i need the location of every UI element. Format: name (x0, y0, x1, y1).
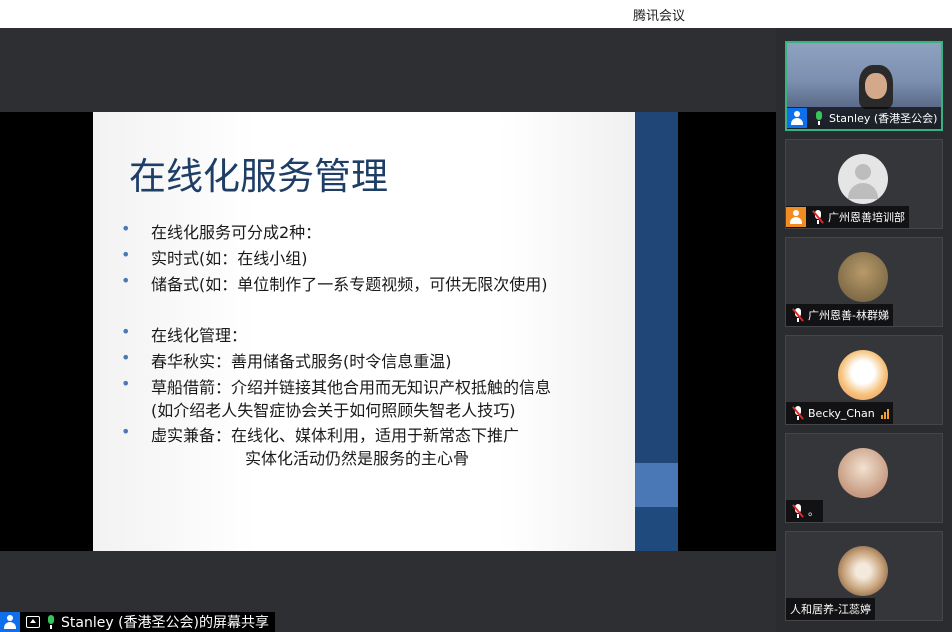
screen-share-status[interactable]: Stanley (香港圣公会)的屏幕共享 (0, 612, 275, 632)
slide-side-band (635, 112, 678, 551)
slide-band-dark (635, 507, 678, 551)
default-avatar-icon (838, 154, 888, 204)
person-icon (787, 108, 807, 128)
participant-name: 人和居养-江蕊婷 (790, 603, 871, 616)
window-title: 腾讯会议 (633, 9, 686, 24)
participant-tile-stanley[interactable]: Stanley (香港圣公会) (785, 41, 943, 131)
slide-bullet-continuation: (如介绍老人失智症协会关于如何照顾失智老人技巧) (151, 401, 516, 420)
avatar (838, 546, 888, 596)
avatar (838, 252, 888, 302)
participant-gallery[interactable]: Stanley (香港圣公会) 广州恩善培训部 广州恩善-林群娣 Becky_C… (776, 28, 952, 632)
participant-name: Stanley (香港圣公会) (829, 112, 938, 125)
participant-name: 广州恩善培训部 (828, 211, 905, 224)
avatar (838, 350, 888, 400)
mic-on-icon (813, 111, 825, 125)
screen-share-icon (26, 616, 40, 628)
person-icon (0, 612, 20, 632)
title-bar: 腾讯会议 (0, 0, 952, 28)
mic-muted-icon (812, 210, 824, 224)
participant-tile-training[interactable]: 广州恩善培训部 (785, 139, 943, 229)
participant-namebar: 广州恩善培训部 (786, 206, 909, 228)
slide-band-light (635, 463, 678, 507)
participant-namebar: 人和居养-江蕊婷 (786, 598, 875, 620)
participant-tile-jiang[interactable]: 人和居养-江蕊婷 (785, 531, 943, 621)
participant-tile-becky[interactable]: Becky_Chan (785, 335, 943, 425)
shared-slide: 在线化服务管理 • 在线化服务可分成2种： • 实时式(如：在线小组) • 储备式(如… (93, 112, 635, 551)
participant-namebar: Becky_Chan (786, 402, 893, 424)
slide-title: 在线化服务管理 (129, 155, 388, 198)
person-icon (786, 207, 806, 227)
participant-name: 。 (808, 505, 819, 518)
mic-muted-icon (792, 308, 804, 322)
participant-video-face (865, 73, 887, 99)
signal-bars-icon (880, 408, 889, 419)
participant-namebar: 广州恩善-林群娣 (786, 304, 893, 326)
share-status-text: Stanley (香港圣公会)的屏幕共享 (61, 615, 269, 631)
mic-muted-icon (792, 504, 804, 518)
participant-tile-lin[interactable]: 广州恩善-林群娣 (785, 237, 943, 327)
slide-bullet-continuation: 实体化活动仍然是服务的主心骨 (245, 449, 470, 468)
participant-tile-dot[interactable]: 。 (785, 433, 943, 523)
participant-namebar: 。 (786, 500, 823, 522)
participant-name: 广州恩善-林群娣 (808, 309, 889, 322)
mic-on-icon (45, 615, 57, 629)
avatar (838, 448, 888, 498)
participant-namebar: Stanley (香港圣公会) (787, 107, 941, 129)
mic-muted-icon (792, 406, 804, 420)
participant-name: Becky_Chan (808, 406, 875, 420)
